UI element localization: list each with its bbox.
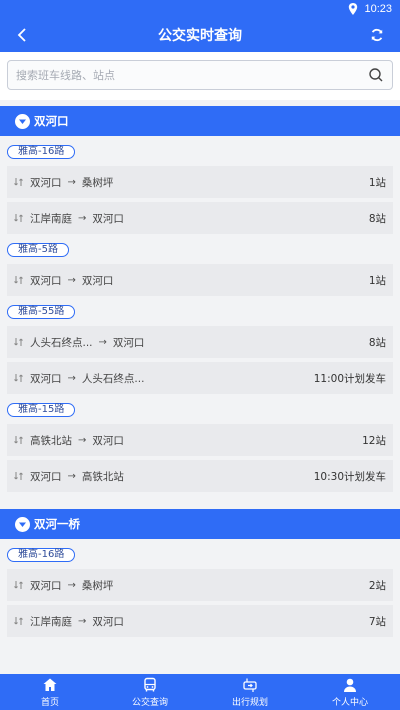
status-bar: 10:23 [0,0,400,18]
trip-row[interactable]: 双河口 → 双河口 1站 [7,264,393,296]
chevron-down-icon [15,113,30,129]
trip-destination: 桑树坪 [81,579,114,592]
route-plan-icon [242,677,258,693]
swap-direction-icon [14,373,24,383]
trip-destination: 双河口 [92,212,124,225]
trip-row[interactable]: 江岸南庭 → 双河口 8站 [7,202,393,234]
arrow-right-icon: → [67,579,76,591]
location-icon [349,3,358,15]
tab-label: 首页 [40,697,59,708]
trip-origin: 江岸南庭 [30,615,72,628]
back-button[interactable] [12,24,34,46]
arrow-right-icon: → [67,470,76,482]
status-time: 10:23 [364,3,392,15]
page-title: 公交实时查询 [158,28,242,44]
trip-row[interactable]: 双河口 → 桑树坪 1站 [7,166,393,198]
tab-label: 公交查询 [131,697,168,708]
station-name: 双河一桥 [34,517,80,531]
station-list: 双河口 雅高-16路 双河口 → 桑树坪 1站 江岸南庭 → 双河口 8站 雅高-5路 双河口 → 双河口… [0,100,400,674]
route-tag-row: 雅高-16路 [0,545,400,565]
route-tag[interactable]: 雅高-5路 [7,243,69,257]
chevron-down-icon [15,516,30,532]
arrow-right-icon: → [67,274,76,286]
trip-status: 7站 [368,615,386,628]
search-placeholder: 搜索班车线路、站点 [16,69,115,82]
arrow-right-icon: → [78,615,87,627]
route-tag[interactable]: 雅高-15路 [7,403,76,417]
trip-row[interactable]: 双河口 → 高铁北站 10:30计划发车 [7,460,393,492]
trip-origin: 双河口 [30,274,62,287]
bus-icon [142,677,158,693]
swap-direction-icon [14,580,24,590]
trip-status: 12站 [362,434,386,447]
swap-direction-icon [14,616,24,626]
search-area: 搜索班车线路、站点 [0,52,400,100]
tab-bar: 首页 公交查询 出行规划 个人中心 [0,674,400,710]
tab-route-plan[interactable]: 出行规划 [200,674,300,710]
trip-origin: 双河口 [30,372,62,385]
home-icon [42,677,58,693]
station-header[interactable]: 双河一桥 [0,509,400,539]
trip-row[interactable]: 双河口 → 人头石终点... 11:00计划发车 [7,362,393,394]
route-tag-row: 雅高-15路 [0,400,400,420]
trip-row[interactable]: 双河口 → 桑树坪 2站 [7,569,393,601]
arrow-right-icon: → [67,372,76,384]
trip-row[interactable]: 江岸南庭 → 双河口 7站 [7,605,393,637]
swap-direction-icon [14,275,24,285]
trip-origin: 人头石终点... [30,336,93,349]
trip-status: 8站 [368,212,386,225]
tab-person[interactable]: 个人中心 [300,674,400,710]
trip-status: 1站 [368,176,386,189]
route-tag-row: 雅高-16路 [0,142,400,162]
swap-direction-icon [14,213,24,223]
trip-row[interactable]: 高铁北站 → 双河口 12站 [7,424,393,456]
station-header[interactable]: 双河口 [0,106,400,136]
trip-destination: 人头石终点... [81,372,145,385]
swap-direction-icon [14,177,24,187]
trip-row[interactable]: 人头石终点... → 双河口 8站 [7,326,393,358]
swap-direction-icon [14,435,24,445]
arrow-right-icon: → [98,336,107,348]
tab-bus[interactable]: 公交查询 [100,674,200,710]
arrow-right-icon: → [78,434,87,446]
trip-status: 8站 [368,336,386,349]
trip-destination: 双河口 [112,336,145,349]
trip-status: 2站 [368,579,386,592]
route-tag[interactable]: 雅高-16路 [7,145,76,159]
route-tag-row: 雅高-5路 [0,240,400,260]
trip-status: 1站 [368,274,386,287]
trip-origin: 双河口 [30,579,62,592]
search-icon[interactable] [368,67,384,83]
refresh-icon [371,28,383,42]
trip-destination: 双河口 [92,615,124,628]
trip-origin: 江岸南庭 [30,212,72,225]
refresh-button[interactable] [366,24,388,46]
trip-origin: 双河口 [30,176,62,189]
trip-destination: 双河口 [92,434,124,447]
trip-origin: 双河口 [30,470,62,483]
trip-destination: 双河口 [81,274,114,287]
trip-status: 11:00计划发车 [313,372,386,385]
route-tag[interactable]: 雅高-55路 [7,305,76,319]
tab-label: 个人中心 [331,697,368,708]
tab-home[interactable]: 首页 [0,674,100,710]
arrow-right-icon: → [78,212,87,224]
swap-direction-icon [14,337,24,347]
trip-destination: 高铁北站 [81,470,124,483]
person-icon [342,677,358,693]
route-tag-row: 雅高-55路 [0,302,400,322]
station-name: 双河口 [34,114,69,128]
chevron-left-icon [17,28,26,42]
swap-direction-icon [14,471,24,481]
search-input[interactable]: 搜索班车线路、站点 [7,60,393,90]
route-tag[interactable]: 雅高-16路 [7,548,76,562]
trip-origin: 高铁北站 [30,434,72,447]
trip-destination: 桑树坪 [81,176,114,189]
trip-status: 10:30计划发车 [313,470,386,483]
arrow-right-icon: → [67,176,76,188]
nav-bar: 公交实时查询 [0,18,400,52]
tab-label: 出行规划 [231,697,268,708]
